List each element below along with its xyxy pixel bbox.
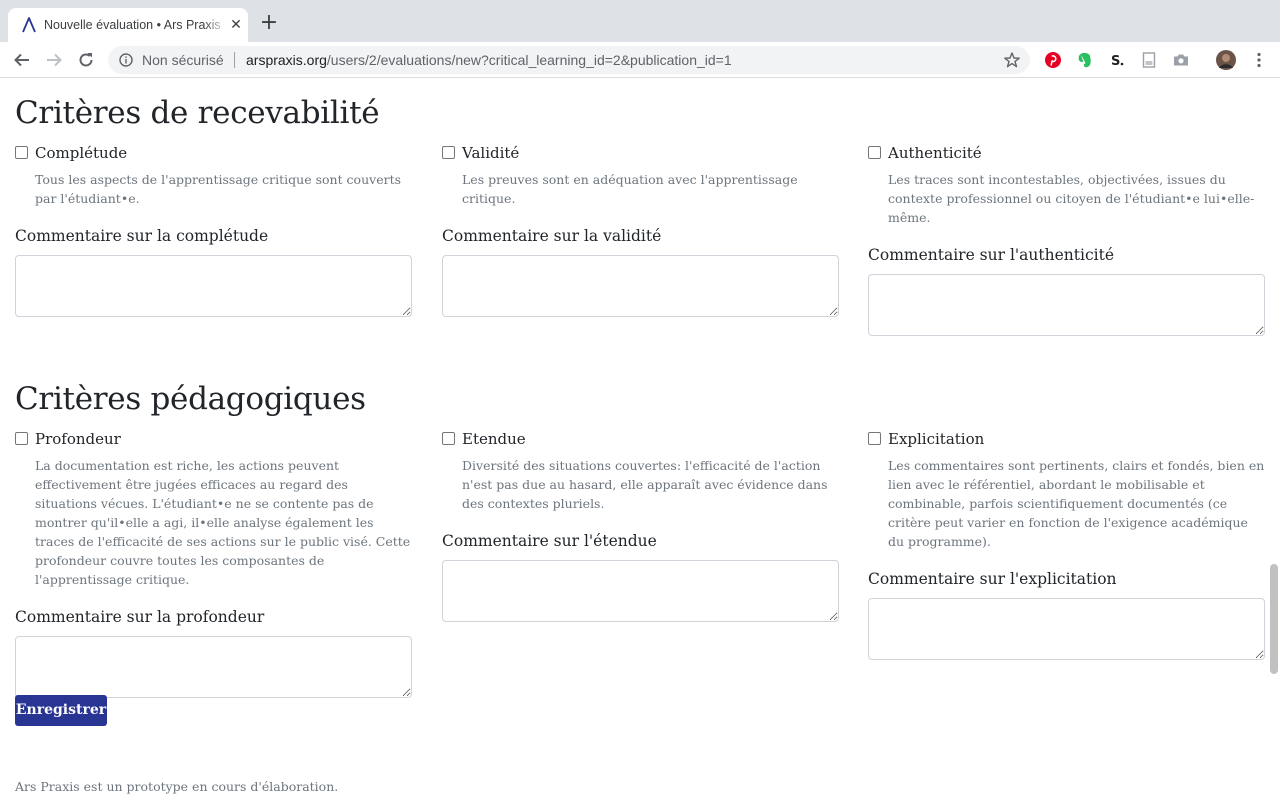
criterion-check-row[interactable]: Etendue <box>442 428 839 450</box>
criterion-check-row[interactable]: Explicitation <box>868 428 1265 450</box>
authenticite-label[interactable]: Authenticité <box>888 142 982 164</box>
footer-note: Ars Praxis est un prototype en cours d'é… <box>15 779 339 794</box>
criterion-authenticite: Authenticité Les traces sont incontestab… <box>868 142 1265 336</box>
etendue-label[interactable]: Etendue <box>462 428 526 450</box>
explicitation-help-text: Les commentaires sont pertinents, clairs… <box>888 458 1265 549</box>
authenticite-comment-textarea[interactable] <box>868 274 1265 336</box>
page-icon[interactable] <box>1140 51 1158 69</box>
new-tab-icon[interactable]: + <box>258 12 280 35</box>
criterion-completude: Complétude Tous les aspects de l'apprent… <box>15 142 412 317</box>
profondeur-help-text: La documentation est riche, les actions … <box>35 458 411 587</box>
back-arrow-icon[interactable] <box>12 50 32 70</box>
url-host: arspraxis.org <box>246 52 327 68</box>
criterion-profondeur: Profondeur La documentation est riche, l… <box>15 428 412 698</box>
avatar[interactable] <box>1216 50 1236 70</box>
svg-text:S: S <box>1111 54 1120 69</box>
explicitation-comment-label: Commentaire sur l'explicitation <box>868 570 1117 588</box>
kebab-menu-icon[interactable] <box>1250 51 1268 69</box>
tab-title: Nouvelle évaluation • Ars Praxis <box>44 18 221 32</box>
profondeur-comment-textarea[interactable] <box>15 636 412 698</box>
ars-praxis-logo-icon <box>22 17 36 33</box>
authenticite-help-text: Les traces sont incontestables, objectiv… <box>888 172 1255 225</box>
validite-checkbox[interactable] <box>442 146 455 159</box>
criterion-check-row[interactable]: Authenticité <box>868 142 1265 164</box>
evernote-icon[interactable] <box>1076 51 1094 69</box>
browser-tab[interactable]: Nouvelle évaluation • Ars Praxis ✕ <box>8 8 248 42</box>
section-title-recevabilite: Critères de recevabilité <box>15 95 380 131</box>
validite-comment-textarea[interactable] <box>442 255 839 317</box>
authenticite-comment-label: Commentaire sur l'authenticité <box>868 246 1114 264</box>
completude-comment-textarea[interactable] <box>15 255 412 317</box>
validite-help-text: Les preuves sont en adéquation avec l'ap… <box>462 172 798 206</box>
browser-toolbar: Non sécurisé arspraxis.org/users/2/evalu… <box>0 42 1280 78</box>
info-icon[interactable] <box>119 53 133 67</box>
page-scrollbar[interactable] <box>1268 79 1280 800</box>
validite-label[interactable]: Validité <box>462 142 519 164</box>
completude-help-text: Tous les aspects de l'apprentissage crit… <box>35 172 402 206</box>
completude-comment-label: Commentaire sur la complétude <box>15 227 269 245</box>
bookmark-star-icon[interactable] <box>1003 51 1021 69</box>
validite-comment-label: Commentaire sur la validité <box>442 227 662 245</box>
url-text[interactable]: arspraxis.org/users/2/evaluations/new?cr… <box>246 51 732 69</box>
completude-checkbox[interactable] <box>15 146 28 159</box>
stylebot-icon[interactable]: S <box>1108 51 1126 69</box>
criterion-etendue: Etendue Diversité des situations couvert… <box>442 428 839 622</box>
criterion-explicitation: Explicitation Les commentaires sont pert… <box>868 428 1265 660</box>
criterion-validite: Validité Les preuves sont en adéquation … <box>442 142 839 317</box>
etendue-comment-textarea[interactable] <box>442 560 839 622</box>
explicitation-comment-textarea[interactable] <box>868 598 1265 660</box>
etendue-comment-label: Commentaire sur l'étendue <box>442 532 657 550</box>
profondeur-comment-label: Commentaire sur la profondeur <box>15 608 265 626</box>
etendue-checkbox[interactable] <box>442 432 455 445</box>
forward-arrow-icon[interactable] <box>44 50 64 70</box>
authenticite-checkbox[interactable] <box>868 146 881 159</box>
criterion-check-row[interactable]: Complétude <box>15 142 412 164</box>
explicitation-checkbox[interactable] <box>868 432 881 445</box>
address-separator <box>234 52 235 68</box>
security-status: Non sécurisé <box>142 52 224 68</box>
tab-title-fade <box>204 16 228 34</box>
profondeur-checkbox[interactable] <box>15 432 28 445</box>
camera-icon[interactable] <box>1172 51 1190 69</box>
address-bar[interactable]: Non sécurisé arspraxis.org/users/2/evalu… <box>108 46 1030 74</box>
etendue-help-text: Diversité des situations couvertes: l'ef… <box>462 458 828 511</box>
explicitation-label[interactable]: Explicitation <box>888 428 984 450</box>
evaluation-form: Critères de recevabilité Complétude Tous… <box>0 79 1268 800</box>
criterion-check-row[interactable]: Validité <box>442 142 839 164</box>
scrollbar-thumb[interactable] <box>1270 564 1278 674</box>
close-icon[interactable]: ✕ <box>228 17 244 33</box>
criterion-check-row[interactable]: Profondeur <box>15 428 412 450</box>
section-title-pedagogiques: Critères pédagogiques <box>15 381 366 417</box>
save-button[interactable]: Enregistrer <box>15 695 107 726</box>
url-path: /users/2/evaluations/new?critical_learni… <box>326 52 732 68</box>
reload-icon[interactable] <box>76 50 96 70</box>
tab-strip: Nouvelle évaluation • Ars Praxis ✕ + <box>0 0 1280 42</box>
profondeur-label[interactable]: Profondeur <box>35 428 121 450</box>
pinterest-icon[interactable] <box>1044 51 1062 69</box>
completude-label[interactable]: Complétude <box>35 142 127 164</box>
